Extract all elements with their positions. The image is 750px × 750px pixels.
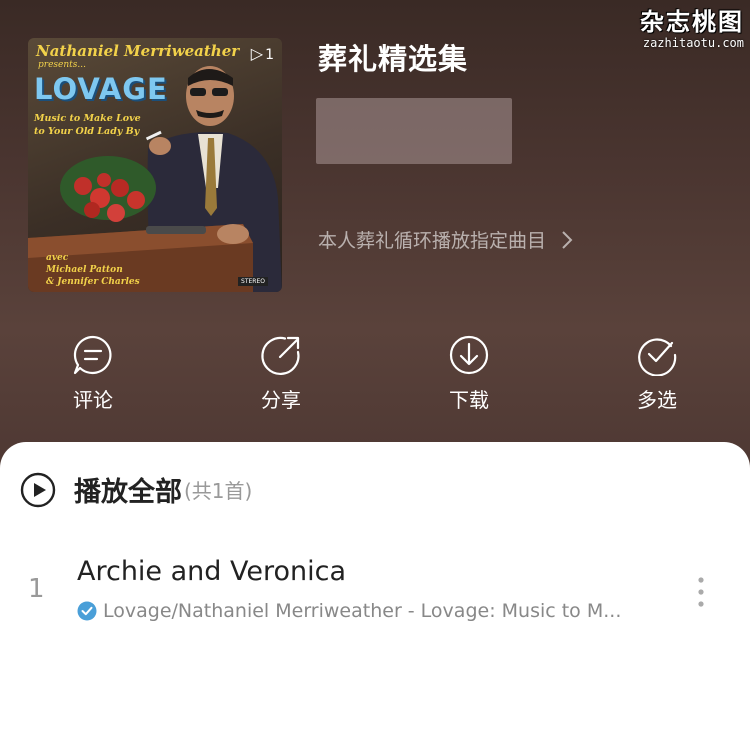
track-artist-album: Lovage/Nathaniel Merriweather - Lovage: …: [103, 600, 622, 622]
track-list-sheet: 播放全部 (共1首) 1 Archie and Veronica Lovage/…: [0, 442, 750, 750]
playlist-header: 杂志桃图 zazhitaotu.com Nathaniel Merriweath…: [0, 0, 750, 470]
action-bar: 评论 分享 下载 多选: [0, 334, 750, 424]
playlist-description: 本人葬礼循环播放指定曲目: [318, 230, 547, 252]
chevron-right-icon: [562, 230, 573, 249]
multi-select-label: 多选: [637, 388, 677, 412]
album-cover[interactable]: Nathaniel Merriweather presents... LOVAG…: [28, 38, 282, 292]
play-triangle-icon: ▷: [250, 44, 264, 63]
comment-label: 评论: [73, 388, 113, 412]
creator-info-redacted: [316, 98, 512, 164]
cover-title-text: LOVAGE: [34, 72, 168, 106]
cover-credits-line: Michael Patton: [46, 265, 123, 275]
multi-select-button[interactable]: 多选: [597, 334, 717, 413]
cover-presents-text: presents...: [38, 60, 86, 70]
comment-icon: [73, 335, 112, 375]
share-icon: [261, 336, 300, 375]
share-button[interactable]: 分享: [221, 334, 341, 413]
watermark-url: zazhitaotu.com: [642, 36, 744, 50]
play-count-value: 1: [265, 47, 274, 63]
download-button[interactable]: 下载: [409, 334, 529, 413]
cover-credits-line: avec: [46, 253, 69, 263]
playlist-title: 葬礼精选集: [318, 42, 469, 76]
play-all-label: 播放全部: [74, 477, 182, 508]
watermark-title: 杂志桃图: [640, 7, 744, 36]
cover-artist-text: Nathaniel Merriweather: [36, 42, 240, 60]
track-index: 1: [28, 574, 45, 604]
track-row[interactable]: 1 Archie and Veronica Lovage/Nathaniel M…: [0, 552, 750, 632]
download-label: 下载: [449, 388, 489, 412]
cover-credits: avec Michael Patton & Jennifer Charles: [46, 252, 140, 288]
cover-subtitle-text: Music to Make Love to Your Old Lady By: [34, 113, 141, 137]
track-count: (共1首): [184, 479, 253, 503]
play-all-button[interactable]: 播放全部 (共1首): [20, 470, 252, 509]
multi-select-icon: [638, 338, 677, 376]
share-label: 分享: [261, 388, 301, 412]
cover-credits-line: & Jennifer Charles: [46, 277, 140, 287]
track-subtitle-row: Lovage/Nathaniel Merriweather - Lovage: …: [77, 600, 621, 622]
cover-play-count[interactable]: ▷ 1: [251, 44, 274, 63]
cover-stereo-badge: STEREO: [238, 277, 268, 286]
watermark: 杂志桃图 zazhitaotu.com: [640, 7, 744, 51]
comment-button[interactable]: 评论: [33, 334, 153, 413]
verified-check-icon: [77, 601, 97, 621]
track-name: Archie and Veronica: [77, 556, 347, 587]
download-icon: [449, 335, 489, 375]
more-options-icon[interactable]: [692, 572, 710, 612]
play-circle-icon: [20, 472, 56, 507]
playlist-description-row[interactable]: 本人葬礼循环播放指定曲目: [318, 226, 574, 253]
